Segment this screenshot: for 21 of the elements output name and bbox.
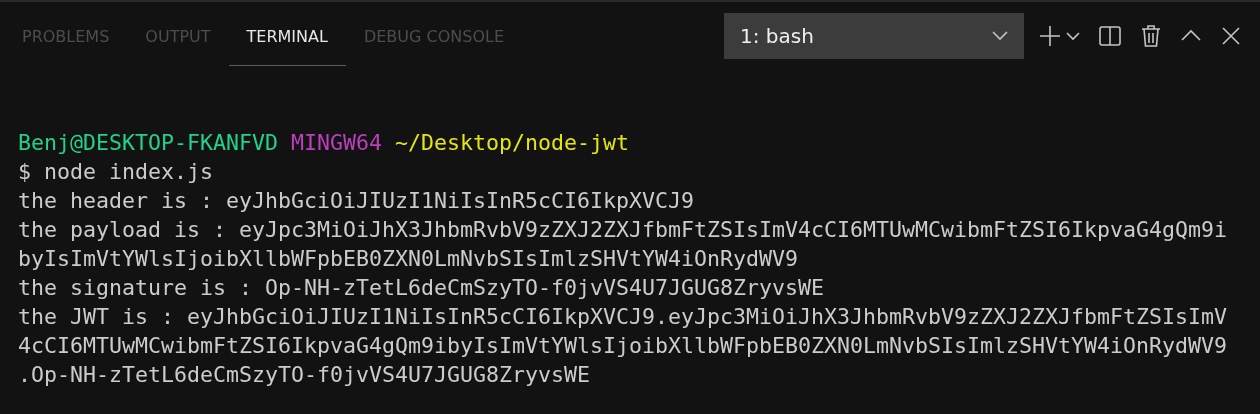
prompt-text: ~/Desktop/node-jwt <box>395 130 630 155</box>
panel-tab[interactable]: DEBUG CONSOLE <box>345 8 522 66</box>
terminal-line: the JWT is : eyJhbGciOiJIUzI1NiIsInR5cCI6IkpXVCJ9.eyJpc3MiOiJhX3JhbmRvbV9zZXJ2ZXJfbmFtZSIsImV <box>18 304 1228 329</box>
close-icon[interactable] <box>1220 25 1242 47</box>
panel-tab[interactable]: OUTPUT <box>127 8 229 66</box>
trash-icon[interactable] <box>1140 25 1162 47</box>
plus-icon[interactable] <box>1038 25 1062 47</box>
panel-tab[interactable]: TERMINAL <box>228 8 346 66</box>
terminal-line: byIsImVtYWlsIjoibXllbWFpbEB0ZXN0LmNvbSIsImlzSHVtYW4iOnRydWV9 <box>18 246 799 271</box>
terminal-select[interactable]: 1: bash <box>724 13 1024 59</box>
terminal-line: 4cCI6MTUwMCwibmFtZSI6IkpvaG4gQm9ibyIsImVtYWlsIjoibXllbWFpbEB0ZXN0LmNvbSIsImlzSHVtYW4iOnRydWV9 <box>18 333 1228 358</box>
chevron-down-icon <box>992 31 1008 41</box>
panel-tab[interactable]: PROBLEMS <box>4 8 128 66</box>
prompt-text: Benj@DESKTOP-FKANFVD <box>18 130 278 155</box>
prompt-text: MINGW64 <box>291 130 383 155</box>
terminal-line: the header is : eyJhbGciOiJIUzI1NiIsInR5cCI6IkpXVCJ9 <box>18 188 695 213</box>
terminal-line: $ node index.js <box>18 159 213 184</box>
terminal-line: the payload is : eyJpc3MiOiJhX3JhbmRvbV9zZXJ2ZXJfbmFtZSIsImV4cCI6MTUwMCwibmFtZSI6IkpvaG4gQm9i <box>18 217 1228 242</box>
terminal-line: the signature is : Op-NH-zTetL6deCmSzyTO-f0jvVS4U7JGUG8ZryvsWE <box>18 275 825 300</box>
terminal-line: .Op-NH-zTetL6deCmSzyTO-f0jvVS4U7JGUG8ZryvsWE <box>18 362 591 387</box>
split-icon[interactable] <box>1098 25 1122 47</box>
